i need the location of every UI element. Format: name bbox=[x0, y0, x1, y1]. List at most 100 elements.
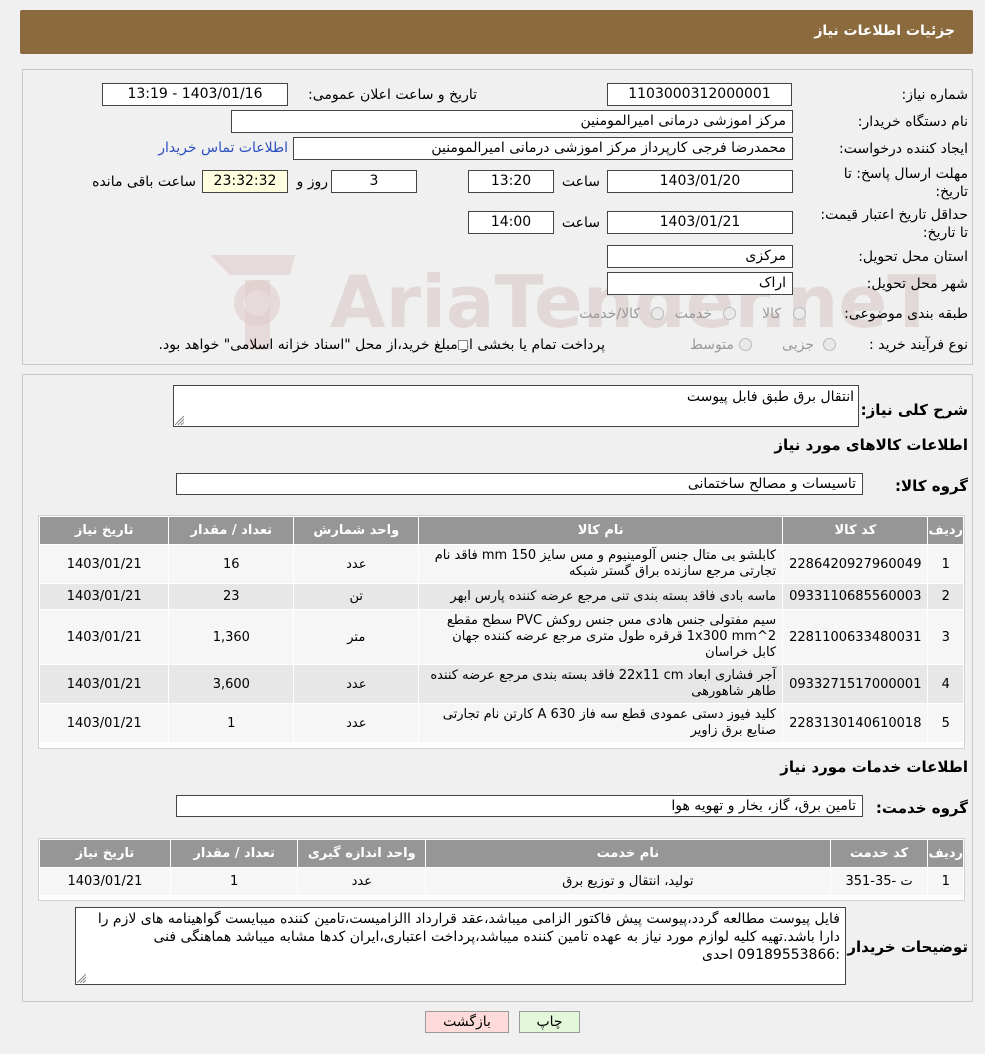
col-unit: واحد شمارش bbox=[293, 516, 420, 545]
table-row: 1 2286420927960049 کابلشو بی متال جنس آل… bbox=[38, 544, 964, 584]
cell-unit: عدد bbox=[293, 703, 420, 743]
goods-group-field: تاسیسات و مصالح ساختمانی bbox=[176, 473, 863, 495]
table-row: 2 0933110685560003 ماسه بادی فاقد بسته ب… bbox=[38, 583, 964, 610]
cell-name: سیم مفتولی جنس هادی مس جنس روکش PVC سطح … bbox=[418, 609, 784, 665]
deadline-time-field: 13:20 bbox=[468, 170, 554, 193]
cell-date: 1403/01/21 bbox=[38, 583, 170, 610]
cell-unit: عدد bbox=[293, 664, 420, 704]
category-service-label: خدمت bbox=[674, 306, 712, 322]
days-label: روز و bbox=[296, 174, 329, 190]
category-both-label: کالا/خدمت bbox=[579, 306, 640, 322]
cell-date: 1403/01/21 bbox=[39, 867, 171, 896]
summary-textarea[interactable]: انتقال برق طبق فابل پیوست bbox=[173, 385, 859, 427]
process-radio-minor[interactable] bbox=[823, 338, 836, 351]
cell-unit: عدد bbox=[293, 544, 420, 584]
col-name: نام کالا bbox=[418, 516, 784, 545]
col-qty: تعداد / مقدار bbox=[169, 839, 299, 868]
cell-row: 2 bbox=[927, 583, 964, 610]
payment-note: پرداخت تمام یا بخشی از مبلغ خرید،از محل … bbox=[158, 337, 605, 353]
cell-row: 4 bbox=[927, 664, 964, 704]
table-row: 1 ت -35-351 تولید، انتقال و توزیع برق عد… bbox=[39, 867, 964, 896]
page-title: جزئیات اطلاعات نیاز bbox=[814, 23, 955, 39]
table-row: 5 2283130140610018 کلید فیوز دستی عمودی … bbox=[38, 703, 964, 743]
cell-code: 2283130140610018 bbox=[782, 703, 929, 743]
col-row: ردیف bbox=[927, 839, 964, 868]
announce-label: تاریخ و ساعت اعلان عمومی: bbox=[308, 87, 477, 103]
cell-row: 1 bbox=[927, 867, 964, 896]
days-field: 3 bbox=[331, 170, 417, 193]
validity-label: حداقل تاریخ اعتبار قیمت: تا تاریخ: bbox=[820, 207, 968, 241]
cell-date: 1403/01/21 bbox=[38, 703, 170, 743]
cell-name: کلید فیوز دستی عمودی قطع سه فاز A 630 کا… bbox=[418, 703, 784, 743]
announce-field: 1403/01/16 - 13:19 bbox=[102, 83, 288, 106]
remaining-time-field: 23:32:32 bbox=[202, 170, 288, 193]
goods-section-title: اطلاعات کالاهای مورد نیاز bbox=[774, 436, 968, 454]
cell-unit: متر bbox=[293, 609, 420, 665]
category-radio-service[interactable] bbox=[723, 307, 736, 320]
goods-table-wrap: ردیف کد کالا نام کالا واحد شمارش تعداد /… bbox=[38, 515, 965, 749]
print-button[interactable]: چاپ bbox=[519, 1011, 580, 1033]
goods-table: ردیف کد کالا نام کالا واحد شمارش تعداد /… bbox=[38, 516, 964, 743]
resize-grip-icon[interactable] bbox=[175, 416, 184, 425]
services-group-label: گروه خدمت: bbox=[875, 799, 968, 817]
category-radio-goods[interactable] bbox=[793, 307, 806, 320]
cell-unit: عدد bbox=[297, 867, 427, 896]
cell-name: تولید، انتقال و توزیع برق bbox=[425, 867, 831, 896]
services-table: ردیف کد خدمت نام خدمت واحد اندازه گیری ت… bbox=[39, 839, 964, 896]
cell-code: ت -35-351 bbox=[829, 867, 929, 896]
summary-text: انتقال برق طبق فابل پیوست bbox=[686, 389, 854, 405]
deadline-time-label: ساعت bbox=[561, 174, 600, 190]
validity-time-label: ساعت bbox=[561, 215, 600, 231]
category-radio-both[interactable] bbox=[651, 307, 664, 320]
creator-field: محمدرضا فرجی کارپرداز مرکز اموزشی درمانی… bbox=[293, 137, 793, 160]
creator-label: ایجاد کننده درخواست: bbox=[839, 141, 968, 157]
province-field: مرکزی bbox=[607, 245, 793, 268]
need-number-field: 1103000312000001 bbox=[607, 83, 792, 106]
services-table-wrap: ردیف کد خدمت نام خدمت واحد اندازه گیری ت… bbox=[38, 838, 965, 901]
province-label: استان محل تحویل: bbox=[858, 249, 968, 265]
goods-group-label: گروه کالا: bbox=[895, 477, 968, 495]
buyer-contact-link[interactable]: اطلاعات تماس خریدار bbox=[158, 140, 288, 156]
table-row: 3 2281100633480031 سیم مفتولی جنس هادی م… bbox=[38, 609, 964, 665]
cell-qty: 1,360 bbox=[168, 609, 295, 665]
col-date: تاریخ نیاز bbox=[38, 516, 170, 545]
cell-row: 3 bbox=[927, 609, 964, 665]
process-minor-label: جزیی bbox=[782, 337, 814, 353]
col-code: کد کالا bbox=[782, 516, 929, 545]
deadline-date-field: 1403/01/20 bbox=[607, 170, 793, 193]
cell-name: کابلشو بی متال جنس آلومینیوم و مس سایز 1… bbox=[418, 544, 784, 584]
cell-name: ماسه بادی فاقد بسته بندی تنی مرجع عرضه ک… bbox=[418, 583, 784, 610]
cell-name: آجر فشاری ابعاد 22x11 cm فاقد بسته بندی … bbox=[418, 664, 784, 704]
cell-code: 2286420927960049 bbox=[782, 544, 929, 584]
cell-code: 0933271517000001 bbox=[782, 664, 929, 704]
validity-date-field: 1403/01/21 bbox=[607, 211, 793, 234]
need-number-label: شماره نیاز: bbox=[901, 87, 969, 103]
resize-grip-icon[interactable] bbox=[77, 974, 86, 983]
process-radio-medium[interactable] bbox=[739, 338, 752, 351]
city-label: شهر محل تحویل: bbox=[866, 276, 968, 292]
page-header: جزئیات اطلاعات نیاز bbox=[20, 10, 973, 54]
cell-date: 1403/01/21 bbox=[38, 609, 170, 665]
cell-date: 1403/01/21 bbox=[38, 544, 170, 584]
cell-unit: تن bbox=[293, 583, 420, 610]
cell-row: 5 bbox=[927, 703, 964, 743]
col-qty: تعداد / مقدار bbox=[168, 516, 295, 545]
services-group-field: تامین برق، گاز، بخار و تهویه هوا bbox=[176, 795, 863, 817]
buyer-notes-textarea[interactable]: فایل پیوست مطالعه گردد،پیوست پیش فاکتور … bbox=[75, 907, 846, 985]
col-unit: واحد اندازه گیری bbox=[297, 839, 427, 868]
col-row: ردیف bbox=[927, 516, 964, 545]
table-row: 4 0933271517000001 آجر فشاری ابعاد 22x11… bbox=[38, 664, 964, 704]
deadline-label: مهلت ارسال پاسخ: تا تاریخ: bbox=[843, 166, 968, 200]
col-date: تاریخ نیاز bbox=[39, 839, 171, 868]
col-name: نام خدمت bbox=[425, 839, 831, 868]
cell-qty: 1 bbox=[168, 703, 295, 743]
payment-checkbox[interactable] bbox=[458, 340, 468, 350]
back-button[interactable]: بازگشت bbox=[425, 1011, 509, 1033]
process-medium-label: متوسط bbox=[690, 337, 734, 353]
cell-qty: 1 bbox=[169, 867, 299, 896]
buyer-notes-text: فایل پیوست مطالعه گردد،پیوست پیش فاکتور … bbox=[97, 911, 840, 963]
validity-time-field: 14:00 bbox=[468, 211, 554, 234]
cell-qty: 16 bbox=[168, 544, 295, 584]
category-label: طبقه بندی موضوعی: bbox=[844, 306, 968, 322]
cell-code: 2281100633480031 bbox=[782, 609, 929, 665]
